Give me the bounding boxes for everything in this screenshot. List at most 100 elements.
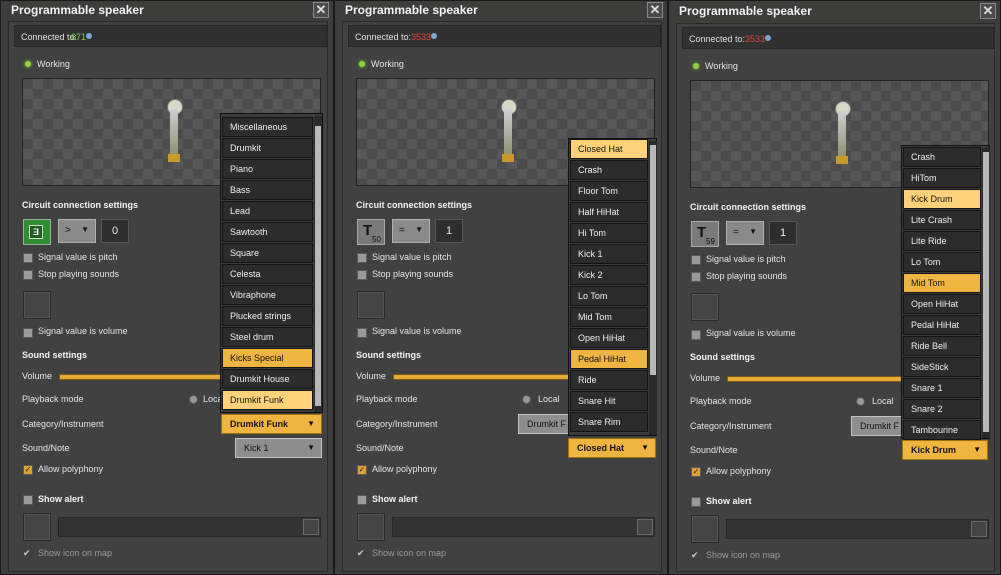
alert-checkbox[interactable] [23,495,33,505]
stop-signal-slot[interactable] [691,293,719,321]
note-dropdown[interactable]: Kick 1 ▼ [235,438,322,458]
playback-local-radio[interactable] [189,395,198,404]
alert-icon-slot[interactable] [691,515,719,543]
dropdown-scrollbar[interactable] [314,116,322,412]
alert-checkbox[interactable] [357,495,367,505]
dropdown-option[interactable]: Lite Crash [903,210,981,230]
titlebar[interactable]: Programmable speaker ✕ [1,1,333,19]
volume-slider[interactable] [59,374,229,380]
dropdown-option[interactable]: SideStick [903,357,981,377]
volume-slider[interactable] [393,374,569,380]
dropdown-option[interactable]: Steel drum [222,327,313,347]
dropdown-option[interactable]: Sawtooth [222,222,313,242]
stop-signal-slot[interactable] [23,291,51,319]
dropdown-option[interactable]: Snare Hit [570,391,648,411]
dropdown-option[interactable]: Ride Bell [903,336,981,356]
dropdown-option[interactable]: Pedal HiHat [570,349,648,369]
dropdown-option[interactable]: Miscellaneous [222,117,313,137]
playback-local-radio[interactable] [522,395,531,404]
titlebar[interactable]: Programmable speaker ✕ [669,1,1000,19]
polyphony-checkbox[interactable]: ✓ [691,467,701,477]
close-button[interactable]: ✕ [647,2,663,18]
dropdown-option[interactable]: Closed Hat [570,139,648,159]
info-icon[interactable] [765,35,771,41]
dropdown-option[interactable]: Square [222,243,313,263]
comparator-select[interactable]: = ▼ [726,221,764,245]
alert-icon-slot[interactable] [23,513,51,541]
alert-message-input[interactable] [58,517,321,537]
dropdown-option[interactable]: Half HiHat [570,202,648,222]
dropdown-scrollbar[interactable] [649,141,657,435]
dropdown-option[interactable]: Open HiHat [570,328,648,348]
constant-input[interactable]: 0 [101,219,129,243]
dropdown-option[interactable]: Drumkit House [222,369,313,389]
dropdown-option[interactable]: Plucked strings [222,306,313,326]
note-dropdown[interactable]: Closed Hat ▼ [568,438,656,458]
dropdown-option[interactable]: Snare 1 [903,378,981,398]
comparator-select[interactable]: = ▼ [392,219,430,243]
scrollbar-thumb[interactable] [983,152,989,432]
dropdown-option[interactable]: Snare 2 [903,399,981,419]
constant-input[interactable]: 1 [435,219,463,243]
show-icon-checkbox[interactable]: ✔ [23,549,31,558]
dropdown-option[interactable]: Kick 2 [570,265,648,285]
volume-signal-checkbox[interactable] [691,330,701,340]
polyphony-checkbox[interactable]: ✓ [23,465,33,475]
titlebar[interactable]: Programmable speaker ✕ [335,1,667,19]
dropdown-option[interactable]: Pedal HiHat [903,315,981,335]
alert-icon-slot[interactable] [357,513,385,541]
dropdown-option[interactable]: Drumkit [222,138,313,158]
dropdown-option[interactable]: Snare Rim [570,412,648,432]
info-icon[interactable] [86,33,92,39]
show-icon-checkbox[interactable]: ✔ [691,551,699,560]
pitch-checkbox[interactable] [23,253,33,263]
close-button[interactable]: ✕ [313,2,329,18]
polyphony-checkbox[interactable]: ✓ [357,465,367,475]
category-dropdown[interactable]: Drumkit F [518,414,570,434]
stop-checkbox[interactable] [691,272,701,282]
dropdown-option[interactable]: Hi Tom [570,223,648,243]
playback-local-radio[interactable] [856,397,865,406]
show-icon-checkbox[interactable]: ✔ [357,549,365,558]
dropdown-option[interactable]: Tambourine [903,420,981,440]
alert-message-input[interactable] [726,519,989,539]
confirm-icon[interactable] [303,519,319,535]
scrollbar-thumb[interactable] [650,145,656,375]
dropdown-option[interactable]: Bass [222,180,313,200]
dropdown-option[interactable]: Celesta [222,264,313,284]
dropdown-option[interactable]: Mid Tom [570,307,648,327]
note-dropdown[interactable]: Kick Drum ▼ [902,440,988,460]
category-dropdown[interactable]: Drumkit F [851,416,903,436]
dropdown-option[interactable]: Floor Tom [570,181,648,201]
dropdown-option[interactable]: Vibraphone [222,285,313,305]
category-dropdown[interactable]: Drumkit Funk ▼ [221,414,322,434]
comparator-select[interactable]: > ▼ [58,219,96,243]
dropdown-option[interactable]: Lead [222,201,313,221]
pitch-checkbox[interactable] [357,253,367,263]
dropdown-option[interactable]: Crash [570,160,648,180]
stop-checkbox[interactable] [23,270,33,280]
close-button[interactable]: ✕ [980,3,996,19]
confirm-icon[interactable] [637,519,653,535]
alert-checkbox[interactable] [691,497,701,507]
dropdown-option[interactable]: Drumkit Funk [222,390,313,410]
info-icon[interactable] [431,33,437,39]
signal-select-button[interactable]: T 50 [357,219,385,245]
dropdown-option[interactable]: Piano [222,159,313,179]
volume-slider[interactable] [727,376,903,382]
dropdown-option[interactable]: Kick Drum [903,189,981,209]
dropdown-option[interactable]: Lo Tom [903,252,981,272]
dropdown-option[interactable]: Kicks Special [222,348,313,368]
scrollbar-thumb[interactable] [315,126,321,406]
confirm-icon[interactable] [971,521,987,537]
dropdown-option[interactable]: Kick 1 [570,244,648,264]
pitch-checkbox[interactable] [691,255,701,265]
signal-select-button[interactable]: T 59 [691,221,719,247]
volume-signal-checkbox[interactable] [23,328,33,338]
dropdown-option[interactable]: HiTom [903,168,981,188]
volume-signal-checkbox[interactable] [357,328,367,338]
alert-message-input[interactable] [392,517,655,537]
dropdown-option[interactable]: Lite Ride [903,231,981,251]
stop-checkbox[interactable] [357,270,367,280]
dropdown-option[interactable]: Crash [903,147,981,167]
